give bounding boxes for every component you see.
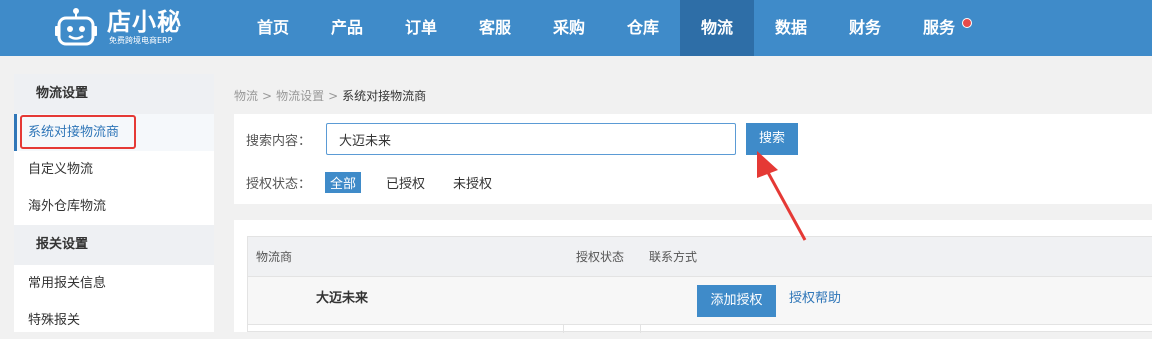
header-contact: 联系方式 [649, 250, 698, 264]
nav-logistics[interactable]: 物流 [680, 0, 754, 56]
search-label: 搜索内容： [246, 134, 312, 149]
breadcrumb-logistics-settings[interactable]: 物流设置 [276, 89, 324, 103]
sidebar-item-common-customs[interactable]: 常用报关信息 [14, 265, 214, 302]
nav-customer-service[interactable]: 客服 [458, 0, 532, 56]
search-panel: 搜索内容： 搜索 授权状态： 全部 已授权 未授权 [234, 114, 1152, 204]
top-nav-bar: 店小秘 免费跨境电商ERP 首页 产品 订单 客服 采购 仓库 物流 数据 财务… [0, 0, 1152, 56]
filter-all[interactable]: 全部 [325, 172, 362, 193]
carrier-table-panel: 物流商 授权状态 联系方式 大迈未来 添加授权 授权帮助 [234, 220, 1152, 333]
breadcrumb-current: 系统对接物流商 [342, 89, 427, 103]
table-header: 物流商 授权状态 联系方式 [248, 237, 1152, 277]
carrier-table: 物流商 授权状态 联系方式 大迈未来 添加授权 授权帮助 [247, 236, 1152, 333]
logo-title: 店小秘 [107, 8, 182, 36]
sidebar-group-logistics-settings: 物流设置 [14, 74, 214, 114]
nav-home[interactable]: 首页 [236, 0, 310, 56]
nav-warehouse[interactable]: 仓库 [606, 0, 680, 56]
carrier-name: 大迈未来 [316, 291, 369, 306]
sidebar-item-system-carriers[interactable]: 系统对接物流商 [14, 114, 214, 151]
search-button[interactable]: 搜索 [746, 123, 798, 155]
robot-logo-icon [55, 8, 97, 46]
sidebar-item-overseas-warehouse[interactable]: 海外仓库物流 [14, 188, 214, 225]
add-authorization-button[interactable]: 添加授权 [697, 285, 776, 317]
notification-dot [962, 18, 972, 28]
nav-services[interactable]: 服务 [902, 0, 976, 56]
table-row: 大迈未来 添加授权 授权帮助 [248, 277, 1152, 325]
filter-unauthorized[interactable]: 未授权 [448, 172, 497, 193]
breadcrumb-separator: > [262, 89, 273, 103]
filter-authorized[interactable]: 已授权 [381, 172, 430, 193]
nav-products[interactable]: 产品 [310, 0, 384, 56]
sidebar-item-special-customs[interactable]: 特殊报关 [14, 302, 214, 339]
main-nav: 首页 产品 订单 客服 采购 仓库 物流 数据 财务 服务 [236, 0, 976, 56]
nav-purchasing[interactable]: 采购 [532, 0, 606, 56]
authorization-help-link[interactable]: 授权帮助 [789, 277, 841, 321]
header-carrier: 物流商 [256, 250, 293, 264]
breadcrumb-logistics[interactable]: 物流 [234, 89, 258, 103]
sidebar-item-custom-logistics[interactable]: 自定义物流 [14, 151, 214, 188]
logo[interactable]: 店小秘 免费跨境电商ERP [55, 5, 185, 49]
nav-finance[interactable]: 财务 [828, 0, 902, 56]
breadcrumb: 物流 > 物流设置 > 系统对接物流商 [234, 87, 426, 104]
header-auth-status: 授权状态 [576, 250, 625, 264]
nav-data[interactable]: 数据 [754, 0, 828, 56]
auth-status-label: 授权状态： [246, 177, 312, 192]
search-input[interactable] [326, 123, 736, 155]
logo-subtitle: 免费跨境电商ERP [109, 36, 173, 45]
breadcrumb-separator: > [328, 89, 339, 103]
nav-orders[interactable]: 订单 [384, 0, 458, 56]
sidebar: 物流设置 系统对接物流商 自定义物流 海外仓库物流 报关设置 常用报关信息 特殊… [14, 74, 214, 332]
sidebar-group-customs-settings: 报关设置 [14, 225, 214, 265]
